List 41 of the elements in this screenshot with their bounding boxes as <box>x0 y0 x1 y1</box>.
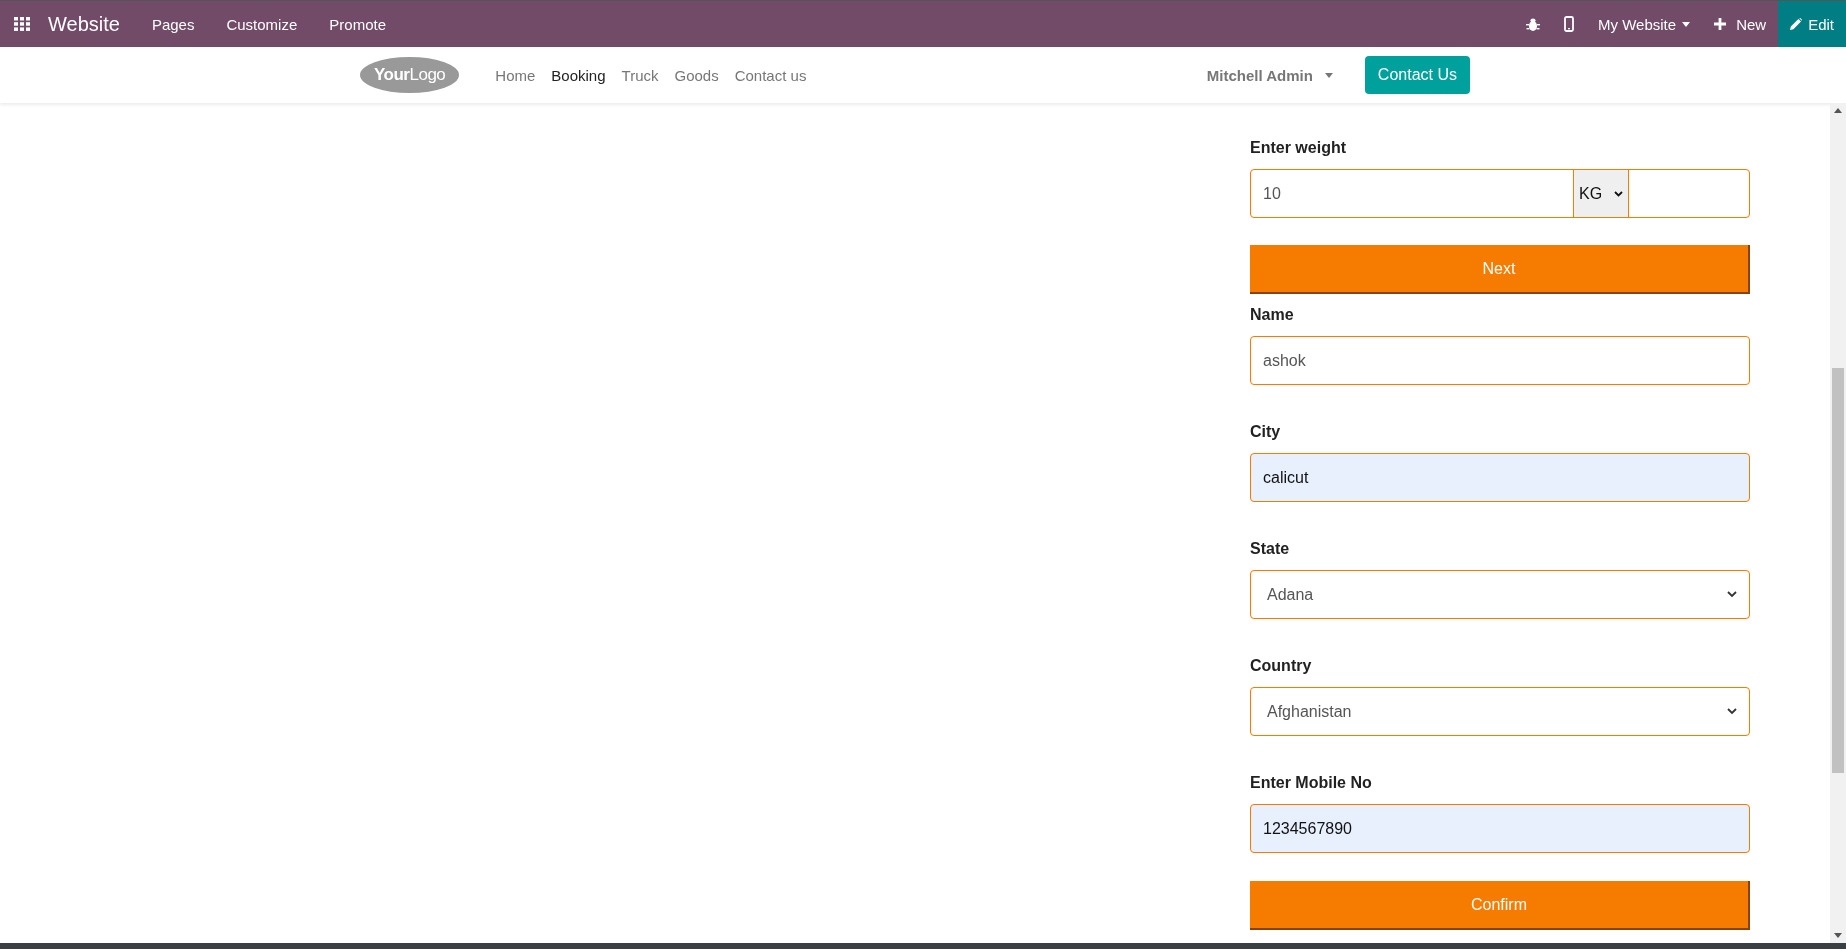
chevron-down-icon <box>1727 591 1737 598</box>
weight-input[interactable]: 10 <box>1251 170 1573 217</box>
app-title: Website <box>48 12 120 36</box>
site-switcher[interactable]: My Website <box>1586 15 1703 33</box>
chevron-down-icon <box>1727 708 1737 715</box>
select-field[interactable]: Afghanistan <box>1250 687 1750 736</box>
nav-link[interactable]: Contact us <box>726 66 815 84</box>
nav-link[interactable]: Goods <box>666 66 727 84</box>
chevron-down-icon <box>1614 190 1623 197</box>
field-label: State <box>1250 540 1291 558</box>
input-field[interactable]: calicut <box>1250 453 1750 502</box>
caret-icon <box>1682 21 1691 27</box>
apps-grid-icon[interactable] <box>14 17 30 31</box>
scroll-down-arrow-icon[interactable] <box>1833 933 1843 939</box>
field-label: Country <box>1250 657 1313 675</box>
plus-icon <box>1714 18 1727 30</box>
user-menu[interactable]: Mitchell Admin <box>1206 66 1333 84</box>
select-field[interactable]: Adana <box>1250 570 1750 619</box>
field-label: Enter Mobile No <box>1250 774 1373 792</box>
scroll-up-arrow-icon[interactable] <box>1833 107 1843 113</box>
mobile-icon[interactable] <box>1564 16 1575 32</box>
scrollbar[interactable] <box>1830 103 1846 943</box>
field-label: City <box>1250 423 1282 441</box>
field-label: Name <box>1250 306 1295 324</box>
menu-item[interactable]: Pages <box>135 15 211 33</box>
menu-item[interactable]: Customize <box>210 15 314 33</box>
input-field[interactable]: 1234567890 <box>1250 804 1750 853</box>
edit-button[interactable]: Edit <box>1778 1 1846 47</box>
pencil-icon <box>1790 18 1803 30</box>
select-value: Adana <box>1267 585 1314 604</box>
unit-select[interactable]: KG <box>1573 170 1629 217</box>
input-field[interactable]: ashok <box>1250 336 1750 385</box>
nav-link[interactable]: Truck <box>613 66 667 84</box>
new-button[interactable]: New <box>1702 15 1779 33</box>
bug-icon[interactable] <box>1526 16 1541 32</box>
menu-item[interactable]: Promote <box>313 15 402 33</box>
field-label: Enter weight <box>1250 139 1347 157</box>
caret-icon <box>1324 72 1333 78</box>
nav-link[interactable]: Booking <box>543 66 614 84</box>
nav-link[interactable]: Home <box>487 66 544 84</box>
select-value: Afghanistan <box>1267 702 1352 721</box>
